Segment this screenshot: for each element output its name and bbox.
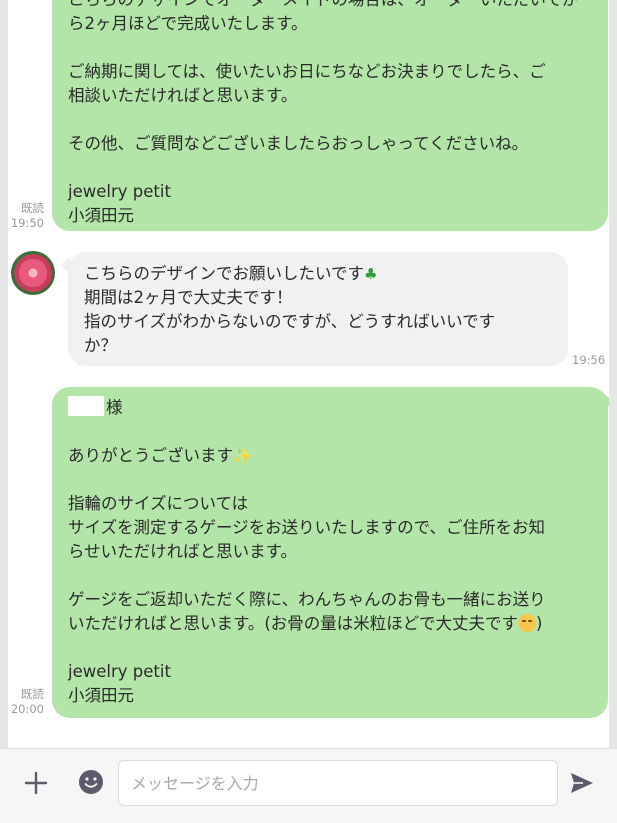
message-text-line: 相談いただければと思います。: [68, 86, 298, 105]
timestamp: 20:00: [10, 702, 44, 716]
read-receipt: 既読: [21, 687, 44, 701]
clover-emoji-icon: ♣: [364, 265, 378, 283]
message-text-line: 指のサイズがわからないのですが、どうすればいいです: [84, 312, 496, 331]
signature-shop: jewelry petit: [68, 662, 171, 681]
message-text-line: 様: [68, 396, 592, 420]
message-text-line: その他、ご質問などございましたらおっしゃってくださいね。: [68, 134, 529, 153]
message-text-line: らせいただければと思います。: [68, 542, 298, 561]
sender-avatar[interactable]: [11, 251, 55, 295]
message-text-line: 指輪のサイズについては: [68, 494, 249, 513]
signature-name: 小須田元: [68, 206, 134, 225]
honorific: 様: [106, 398, 123, 417]
message-input[interactable]: [118, 760, 558, 806]
message-text: ありがとうございます: [68, 446, 233, 465]
message-text-line: ご納期に関しては、使いたいお日にちなどお決まりでしたら、ご: [68, 62, 546, 81]
relieved-face-emoji-icon: [517, 614, 536, 632]
message-text: ): [535, 614, 543, 633]
redacted-name: [68, 396, 104, 416]
message-meta: 既読 19:50: [10, 201, 44, 231]
plus-icon[interactable]: [22, 769, 50, 797]
signature-shop: jewelry petit: [68, 182, 171, 201]
message-meta: 既読 20:00: [10, 687, 44, 717]
outgoing-message-bubble[interactable]: こちらのデザインでオーダーメイドの場合は、オーダーいただいてか ら2ヶ月ほどで完…: [52, 0, 608, 231]
message-text-line: ありがとうございます✨: [68, 444, 592, 468]
timestamp: 19:50: [10, 216, 44, 230]
message-text-line: こちらのデザインでお願いしたいです♣: [84, 262, 552, 286]
read-receipt: 既読: [21, 201, 44, 215]
left-edge: [0, 0, 8, 822]
message-text-line: 期間は2ヶ月で大丈夫です！: [84, 288, 293, 307]
timestamp: 19:56: [572, 353, 606, 367]
message-text: こちらのデザインでお願いしたいです: [84, 264, 365, 283]
incoming-message-bubble[interactable]: こちらのデザインでお願いしたいです♣ 期間は2ヶ月で大丈夫です！ 指のサイズがわ…: [68, 252, 568, 366]
outgoing-message-bubble[interactable]: 様 ありがとうございます✨ 指輪のサイズについては サイズを測定するゲージをお送…: [52, 387, 608, 718]
message-text-line: いただければと思います。(お骨の量は米粒ほどで大丈夫です): [68, 612, 592, 636]
message-text-line: サイズを測定するゲージをお送りいたしますので、ご住所をお知: [68, 518, 546, 537]
send-icon[interactable]: [568, 769, 596, 797]
message-input-bar: [0, 748, 617, 823]
signature-name: 小須田元: [68, 686, 134, 705]
smiley-icon[interactable]: [78, 769, 104, 795]
message-text-line: か？: [84, 336, 117, 355]
message-text: いただければと思います。(お骨の量は米粒ほどで大丈夫です: [68, 614, 518, 633]
message-text-line: ゲージをご返却いただく際に、わんちゃんのお骨も一緒にお送り: [68, 590, 546, 609]
message-text-line: こちらのデザインでオーダーメイドの場合は、オーダーいただいてか: [68, 0, 592, 12]
chat-area[interactable]: こちらのデザインでオーダーメイドの場合は、オーダーいただいてか ら2ヶ月ほどで完…: [8, 0, 609, 748]
sparkles-emoji-icon: ✨: [233, 447, 252, 465]
right-edge: [609, 0, 617, 822]
message-text-line: ら2ヶ月ほどで完成いたします。: [68, 14, 308, 33]
